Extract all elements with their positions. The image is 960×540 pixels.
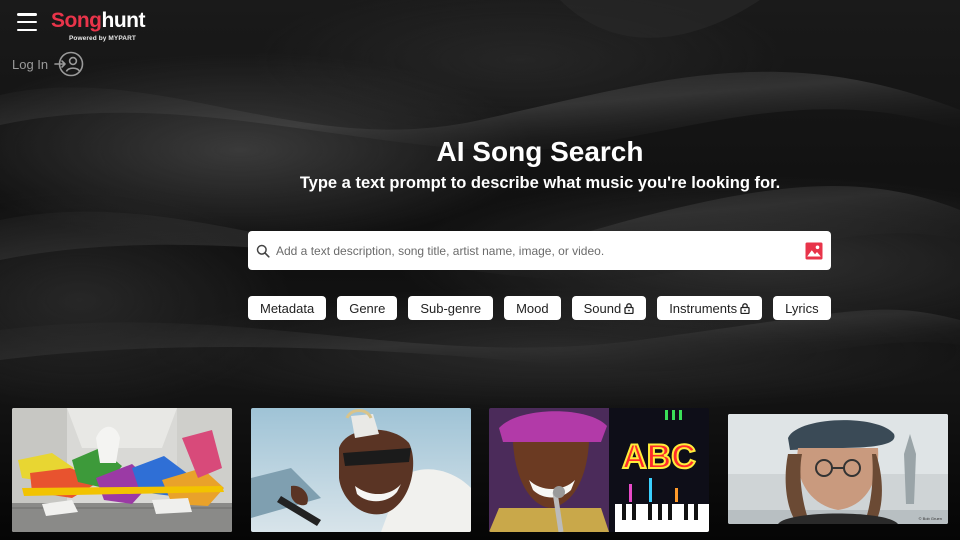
hamburger-icon bbox=[17, 13, 37, 16]
thumbnail-image bbox=[12, 408, 232, 532]
filter-chip-metadata[interactable]: Metadata bbox=[248, 296, 327, 320]
photo-credit: © Bob Gruen bbox=[919, 516, 942, 521]
thumbnail-image: © Bob Gruen bbox=[728, 414, 948, 524]
songhunt-logo[interactable]: Songhunt bbox=[51, 9, 145, 33]
video-thumbnail-1[interactable] bbox=[12, 408, 232, 532]
page-subtitle: Type a text prompt to describe what musi… bbox=[299, 174, 781, 192]
filter-chip-mood[interactable]: Mood bbox=[504, 296, 561, 320]
filter-chip-lyrics[interactable]: Lyrics bbox=[773, 296, 831, 320]
lock-icon bbox=[624, 302, 634, 314]
lock-icon bbox=[740, 302, 750, 314]
user-login-icon bbox=[54, 51, 84, 77]
login-button[interactable]: Log In bbox=[12, 51, 84, 77]
login-label: Log In bbox=[12, 56, 49, 72]
filter-chip-sound[interactable]: Sound bbox=[571, 296, 647, 320]
filter-chips: Metadata Genre Sub-genre Mood Sound Instrumen… bbox=[248, 296, 832, 322]
logo-text-song: Song bbox=[51, 9, 102, 32]
menu-button[interactable] bbox=[17, 13, 37, 31]
thumbnail-image bbox=[251, 408, 471, 532]
video-thumbnail-4[interactable]: © Bob Gruen bbox=[728, 414, 948, 524]
page-title: AI Song Search bbox=[436, 136, 644, 167]
logo-text-hunt: hunt bbox=[101, 9, 146, 32]
filter-chip-sub-genre[interactable]: Sub-genre bbox=[408, 296, 494, 320]
search-input[interactable] bbox=[274, 230, 805, 271]
video-thumbnail-2[interactable] bbox=[251, 408, 471, 532]
abc-overlay-text: ABC bbox=[622, 438, 696, 476]
video-thumbnail-3[interactable]: ABC bbox=[489, 408, 709, 532]
powered-by-text: Powered by MYPART bbox=[69, 35, 136, 42]
search-icon bbox=[256, 244, 270, 258]
silk-background bbox=[0, 0, 960, 372]
thumbnail-image: ABC bbox=[489, 408, 709, 532]
filter-chip-instruments[interactable]: Instruments bbox=[657, 296, 763, 320]
filter-chip-genre[interactable]: Genre bbox=[337, 296, 398, 320]
image-upload-icon[interactable] bbox=[805, 242, 823, 260]
search-bar bbox=[248, 230, 831, 271]
